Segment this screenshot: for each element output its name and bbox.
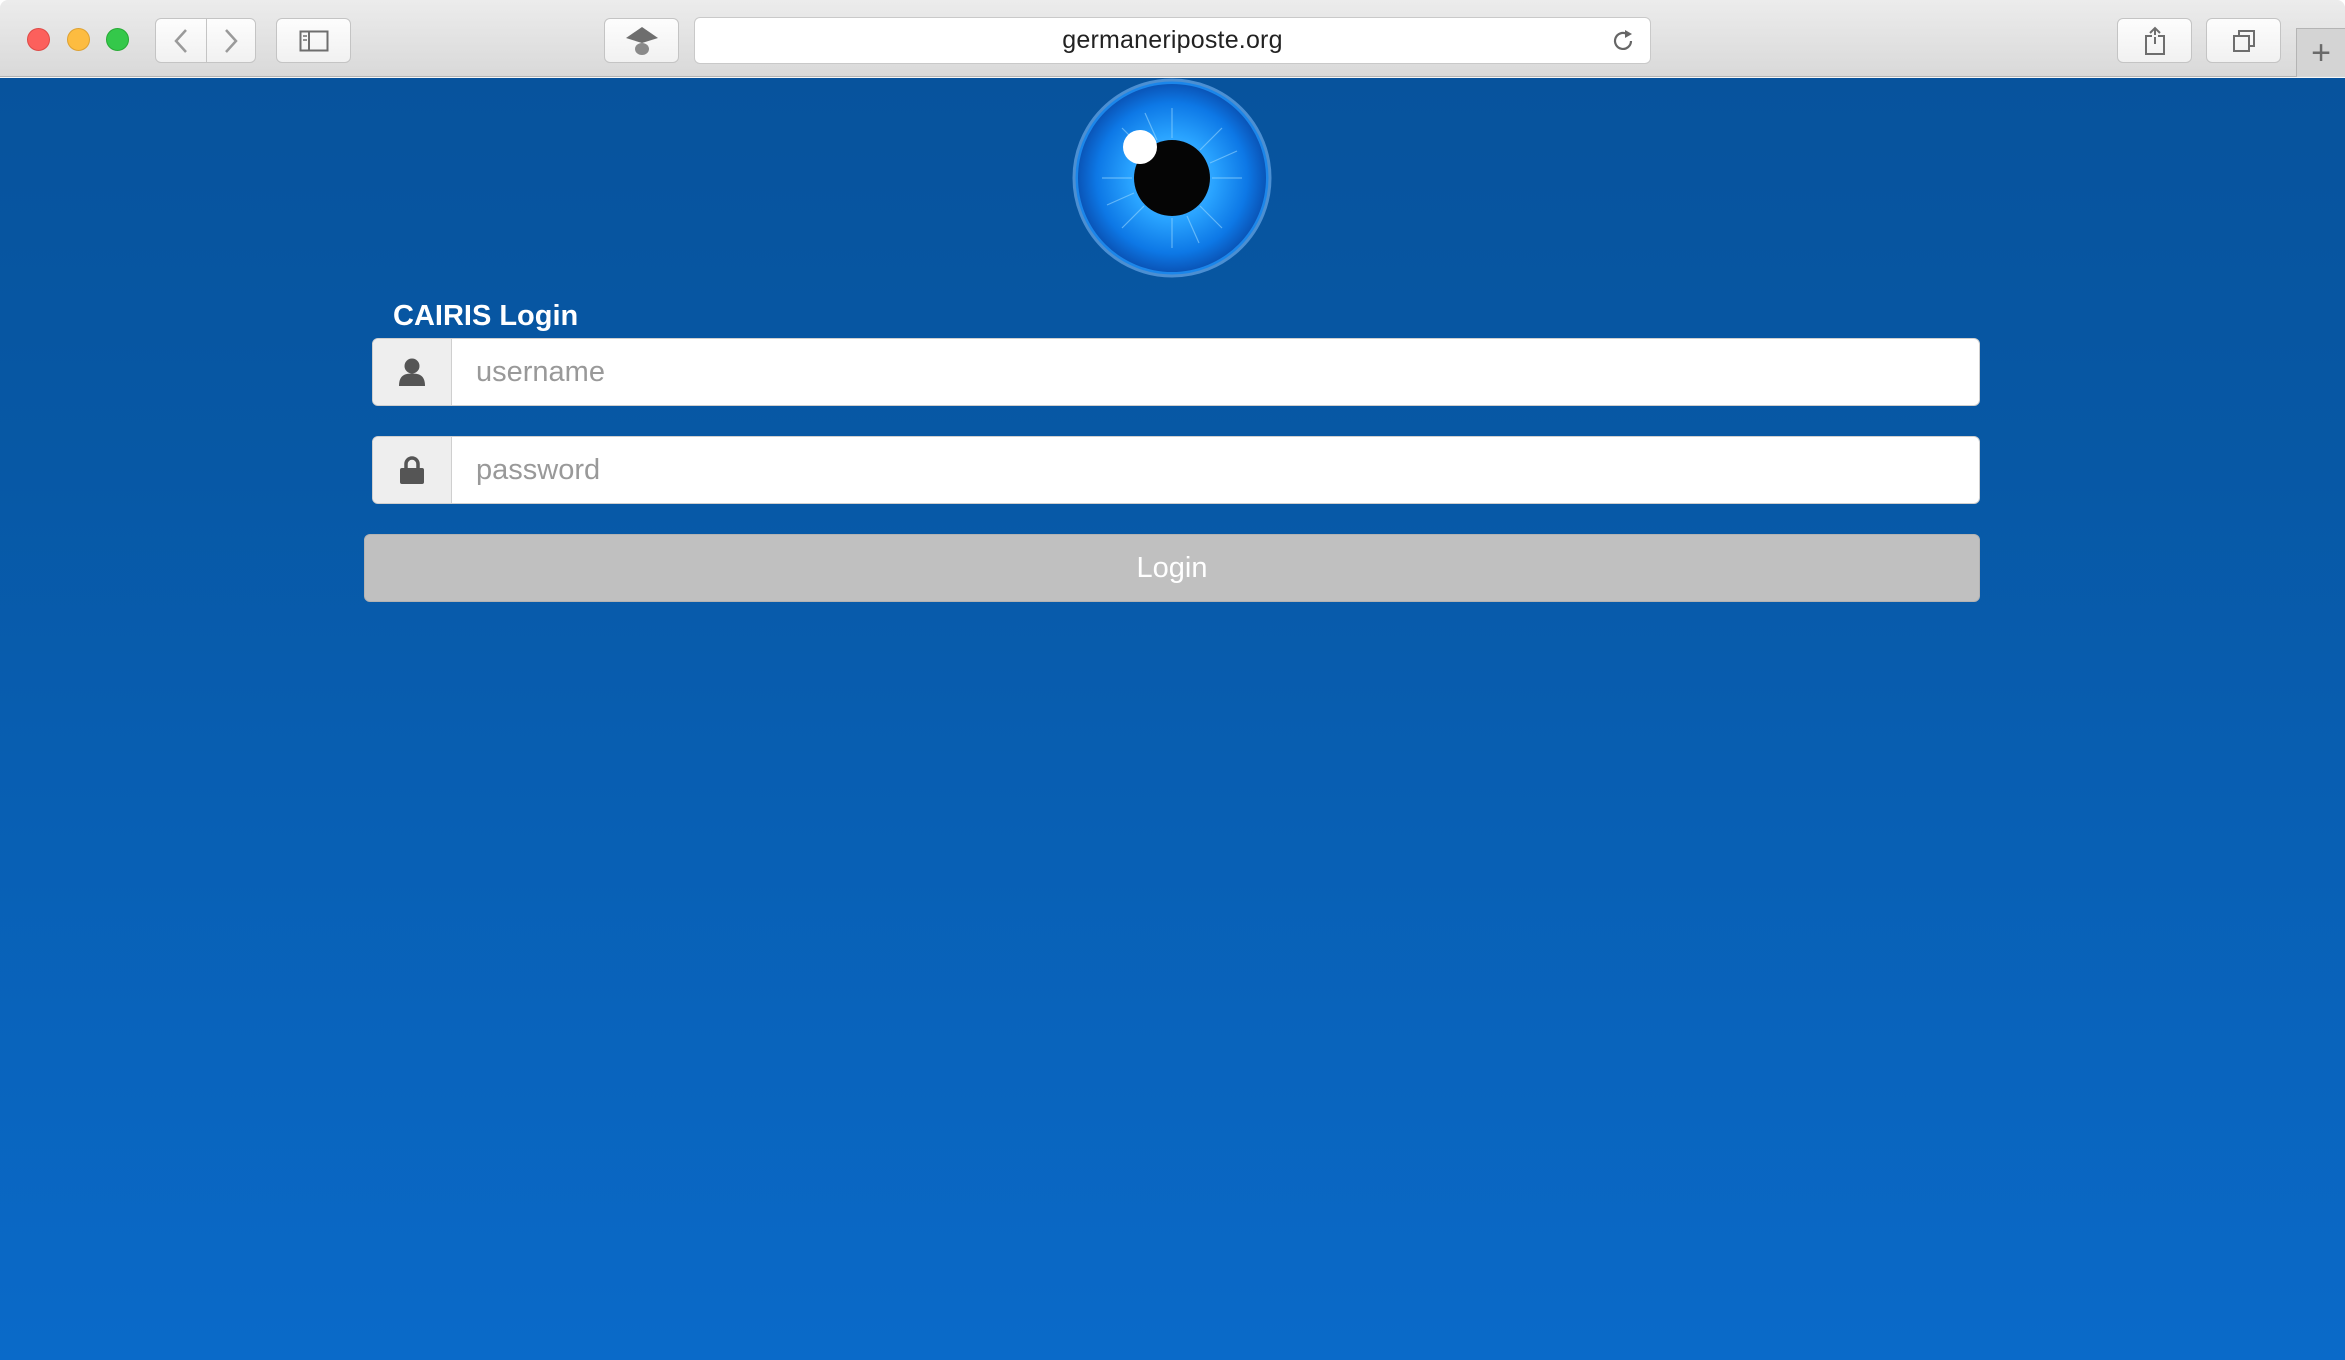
new-tab-button[interactable]: + <box>2296 28 2345 77</box>
back-button[interactable] <box>156 19 206 62</box>
extension-icon <box>625 26 658 55</box>
username-field <box>372 338 1980 406</box>
minimize-window-button[interactable] <box>67 28 90 51</box>
address-bar[interactable]: germaneriposte.org <box>694 17 1651 64</box>
user-icon <box>399 358 425 386</box>
show-tabs-button[interactable] <box>2206 18 2281 63</box>
close-window-button[interactable] <box>27 28 50 51</box>
reload-icon[interactable] <box>1610 28 1636 54</box>
login-button[interactable]: Login <box>364 534 1980 602</box>
username-addon <box>373 339 452 405</box>
password-input[interactable] <box>452 437 1979 503</box>
extension-button[interactable] <box>604 18 679 63</box>
share-button[interactable] <box>2117 18 2192 63</box>
share-icon <box>2144 26 2165 55</box>
plus-icon: + <box>2311 33 2331 72</box>
maximize-window-button[interactable] <box>106 28 129 51</box>
navigation-buttons <box>155 18 256 63</box>
forward-button[interactable] <box>205 19 256 62</box>
browser-window: germaneriposte.org + CAIRIS Login userna… <box>0 0 2345 1360</box>
chevron-left-icon <box>174 28 187 53</box>
chevron-right-icon <box>224 28 238 53</box>
url-text: germaneriposte.org <box>1062 26 1283 54</box>
eye-logo <box>1072 78 1272 278</box>
sidebar-toggle-button[interactable] <box>276 18 351 63</box>
browser-toolbar: germaneriposte.org + <box>0 0 2345 77</box>
password-addon <box>373 437 452 503</box>
sidebar-icon <box>299 30 328 51</box>
tabs-overview-icon <box>2232 29 2255 52</box>
login-title: CAIRIS Login <box>393 300 579 332</box>
password-field <box>372 436 1980 504</box>
username-input[interactable] <box>452 339 1979 405</box>
lock-icon <box>400 456 424 484</box>
page-content: CAIRIS Login Login <box>0 78 2345 1360</box>
